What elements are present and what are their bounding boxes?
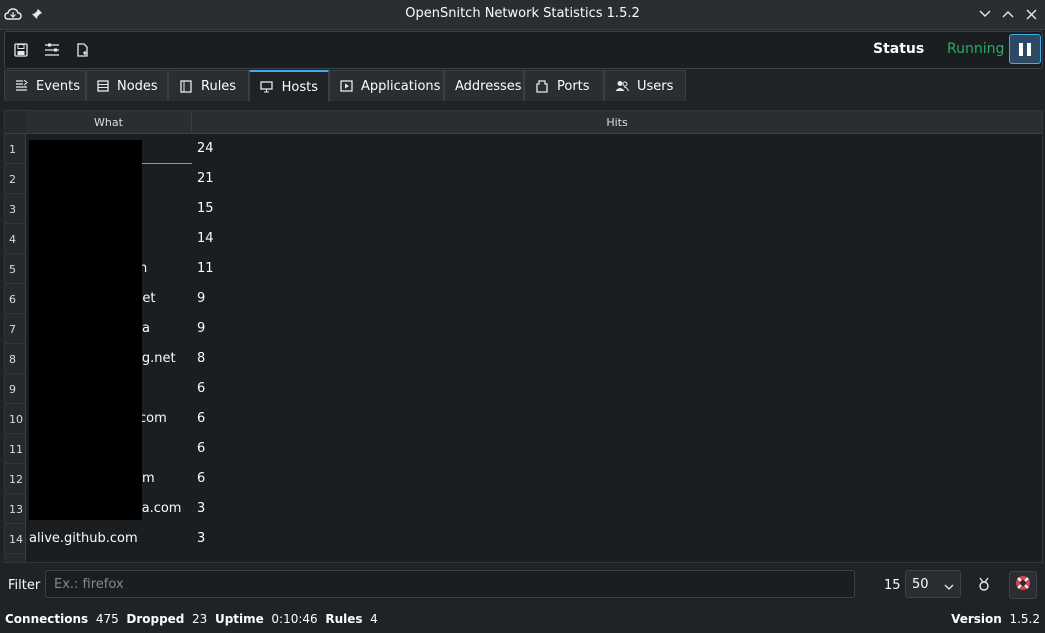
tab-users[interactable]: Users [604,70,686,101]
row-header[interactable]: 8 [5,344,26,374]
connections-label: Connections [5,612,89,626]
row-header[interactable]: 5 [5,254,26,284]
table-cell-hits[interactable]: 21 [197,171,214,186]
table-cell-what[interactable]: la.com [138,501,181,516]
row-header[interactable]: 13 [5,494,26,524]
toolbar: Status Running [4,31,1043,69]
tab-ports[interactable]: Ports [524,70,604,101]
filter-label: Filter [8,578,41,593]
users-icon [615,79,629,93]
table-cell-what[interactable]: com [139,411,167,426]
version-label: Version [951,612,1002,626]
table-cell-hits[interactable]: 15 [197,201,214,216]
limit-select[interactable]: 50 [905,570,961,598]
row-header[interactable]: 1 [5,134,26,164]
tab-events[interactable]: Events [4,70,86,101]
row-header[interactable]: 14 [5,524,26,554]
version-value: 1.5.2 [1009,612,1040,626]
uptime-label: Uptime [214,612,264,626]
column-header-what[interactable]: What [26,111,192,134]
table-cell-hits[interactable]: 6 [197,441,205,456]
uptime-value: 0:10:46 [271,612,318,626]
port-icon [535,79,549,93]
table-cell-what[interactable]: a [142,321,150,336]
corner-header [5,111,26,134]
table-cell-hits[interactable]: 24 [197,141,214,156]
tab-hosts[interactable]: Hosts [249,70,329,102]
help-button[interactable] [1009,571,1037,599]
tab-applications[interactable]: Applications [329,70,444,101]
table-cell-hits[interactable]: 9 [197,321,205,336]
table-cell-hits[interactable]: 6 [197,381,205,396]
server-icon [97,79,109,93]
tab-bar: Events Nodes Rules Hosts Applications Ad… [4,70,1041,102]
maximize-button[interactable] [999,5,1017,23]
version-info: Version 1.5.2 [951,612,1040,626]
table-cell-hits[interactable]: 3 [197,531,205,546]
row-header[interactable]: 11 [5,434,26,464]
hosts-table: What Hits 1 2 3 4 5 6 7 8 9 10 11 12 13 … [4,110,1043,563]
redaction-box [29,140,142,520]
events-list-icon [15,79,28,93]
connections-value: 475 [95,612,119,626]
rules-value: 4 [370,612,378,626]
status-label: Status [873,41,925,57]
column-header-hits[interactable]: Hits [192,111,1042,134]
tab-label: Applications [361,78,441,94]
rules-label: Rules [325,612,363,626]
close-button[interactable] [1022,5,1040,23]
table-cell-what[interactable]: m [142,471,155,486]
window-title: OpenSnitch Network Statistics 1.5.2 [405,6,640,21]
result-count: 15 [884,578,901,593]
status-value: Running [947,41,1005,57]
row-header[interactable]: 9 [5,374,26,404]
row-header[interactable]: 2 [5,164,26,194]
tab-rules[interactable]: Rules [168,70,249,101]
table-cell-hits[interactable]: 3 [197,501,205,516]
save-icon[interactable] [11,40,31,60]
new-document-icon[interactable] [73,40,93,60]
row-header[interactable]: 6 [5,284,26,314]
tab-label: Ports [557,78,590,94]
clean-icon[interactable] [972,572,996,596]
chevron-down-icon [944,579,954,594]
title-bar: OpenSnitch Network Statistics 1.5.2 [0,0,1045,30]
filter-input[interactable] [45,570,855,598]
row-header [5,554,26,562]
row-header[interactable]: 3 [5,194,26,224]
tab-label: Events [36,78,81,94]
minimize-button[interactable] [976,5,994,23]
table-cell-hits[interactable]: 11 [197,261,214,276]
row-header[interactable]: 7 [5,314,26,344]
row-header[interactable]: 10 [5,404,26,434]
table-cell-hits[interactable]: 8 [197,351,205,366]
table-cell-what[interactable]: alive.github.com [29,531,138,546]
table-cell-hits[interactable]: 6 [197,411,205,426]
tab-addresses[interactable]: Addresses [444,70,524,101]
status-bar: Connections 475 Dropped 23 Uptime 0:10:4… [0,610,1045,630]
table-cell-hits[interactable]: 14 [197,231,214,246]
tab-label: Rules [201,78,237,94]
table-cell-hits[interactable]: 6 [197,471,205,486]
dropped-value: 23 [192,612,208,626]
tab-label: Nodes [117,78,158,94]
row-header[interactable]: 12 [5,464,26,494]
rules-icon [179,79,193,93]
preferences-icon[interactable] [42,40,62,60]
tab-label: Addresses [455,78,522,94]
table-cell-hits[interactable]: 9 [197,291,205,306]
pause-icon [1019,42,1023,56]
monitor-icon [260,80,274,94]
pause-button[interactable] [1009,34,1041,64]
dropped-label: Dropped [126,612,185,626]
limit-value: 50 [912,577,929,592]
row-header[interactable]: 4 [5,224,26,254]
application-icon [340,79,353,93]
tab-nodes[interactable]: Nodes [86,70,168,101]
stats-summary: Connections 475 Dropped 23 Uptime 0:10:4… [5,612,378,626]
filter-bar: Filter 15 50 [0,566,1045,604]
tab-label: Users [637,78,674,94]
tab-label: Hosts [281,79,318,95]
lifebuoy-icon [1015,575,1031,595]
